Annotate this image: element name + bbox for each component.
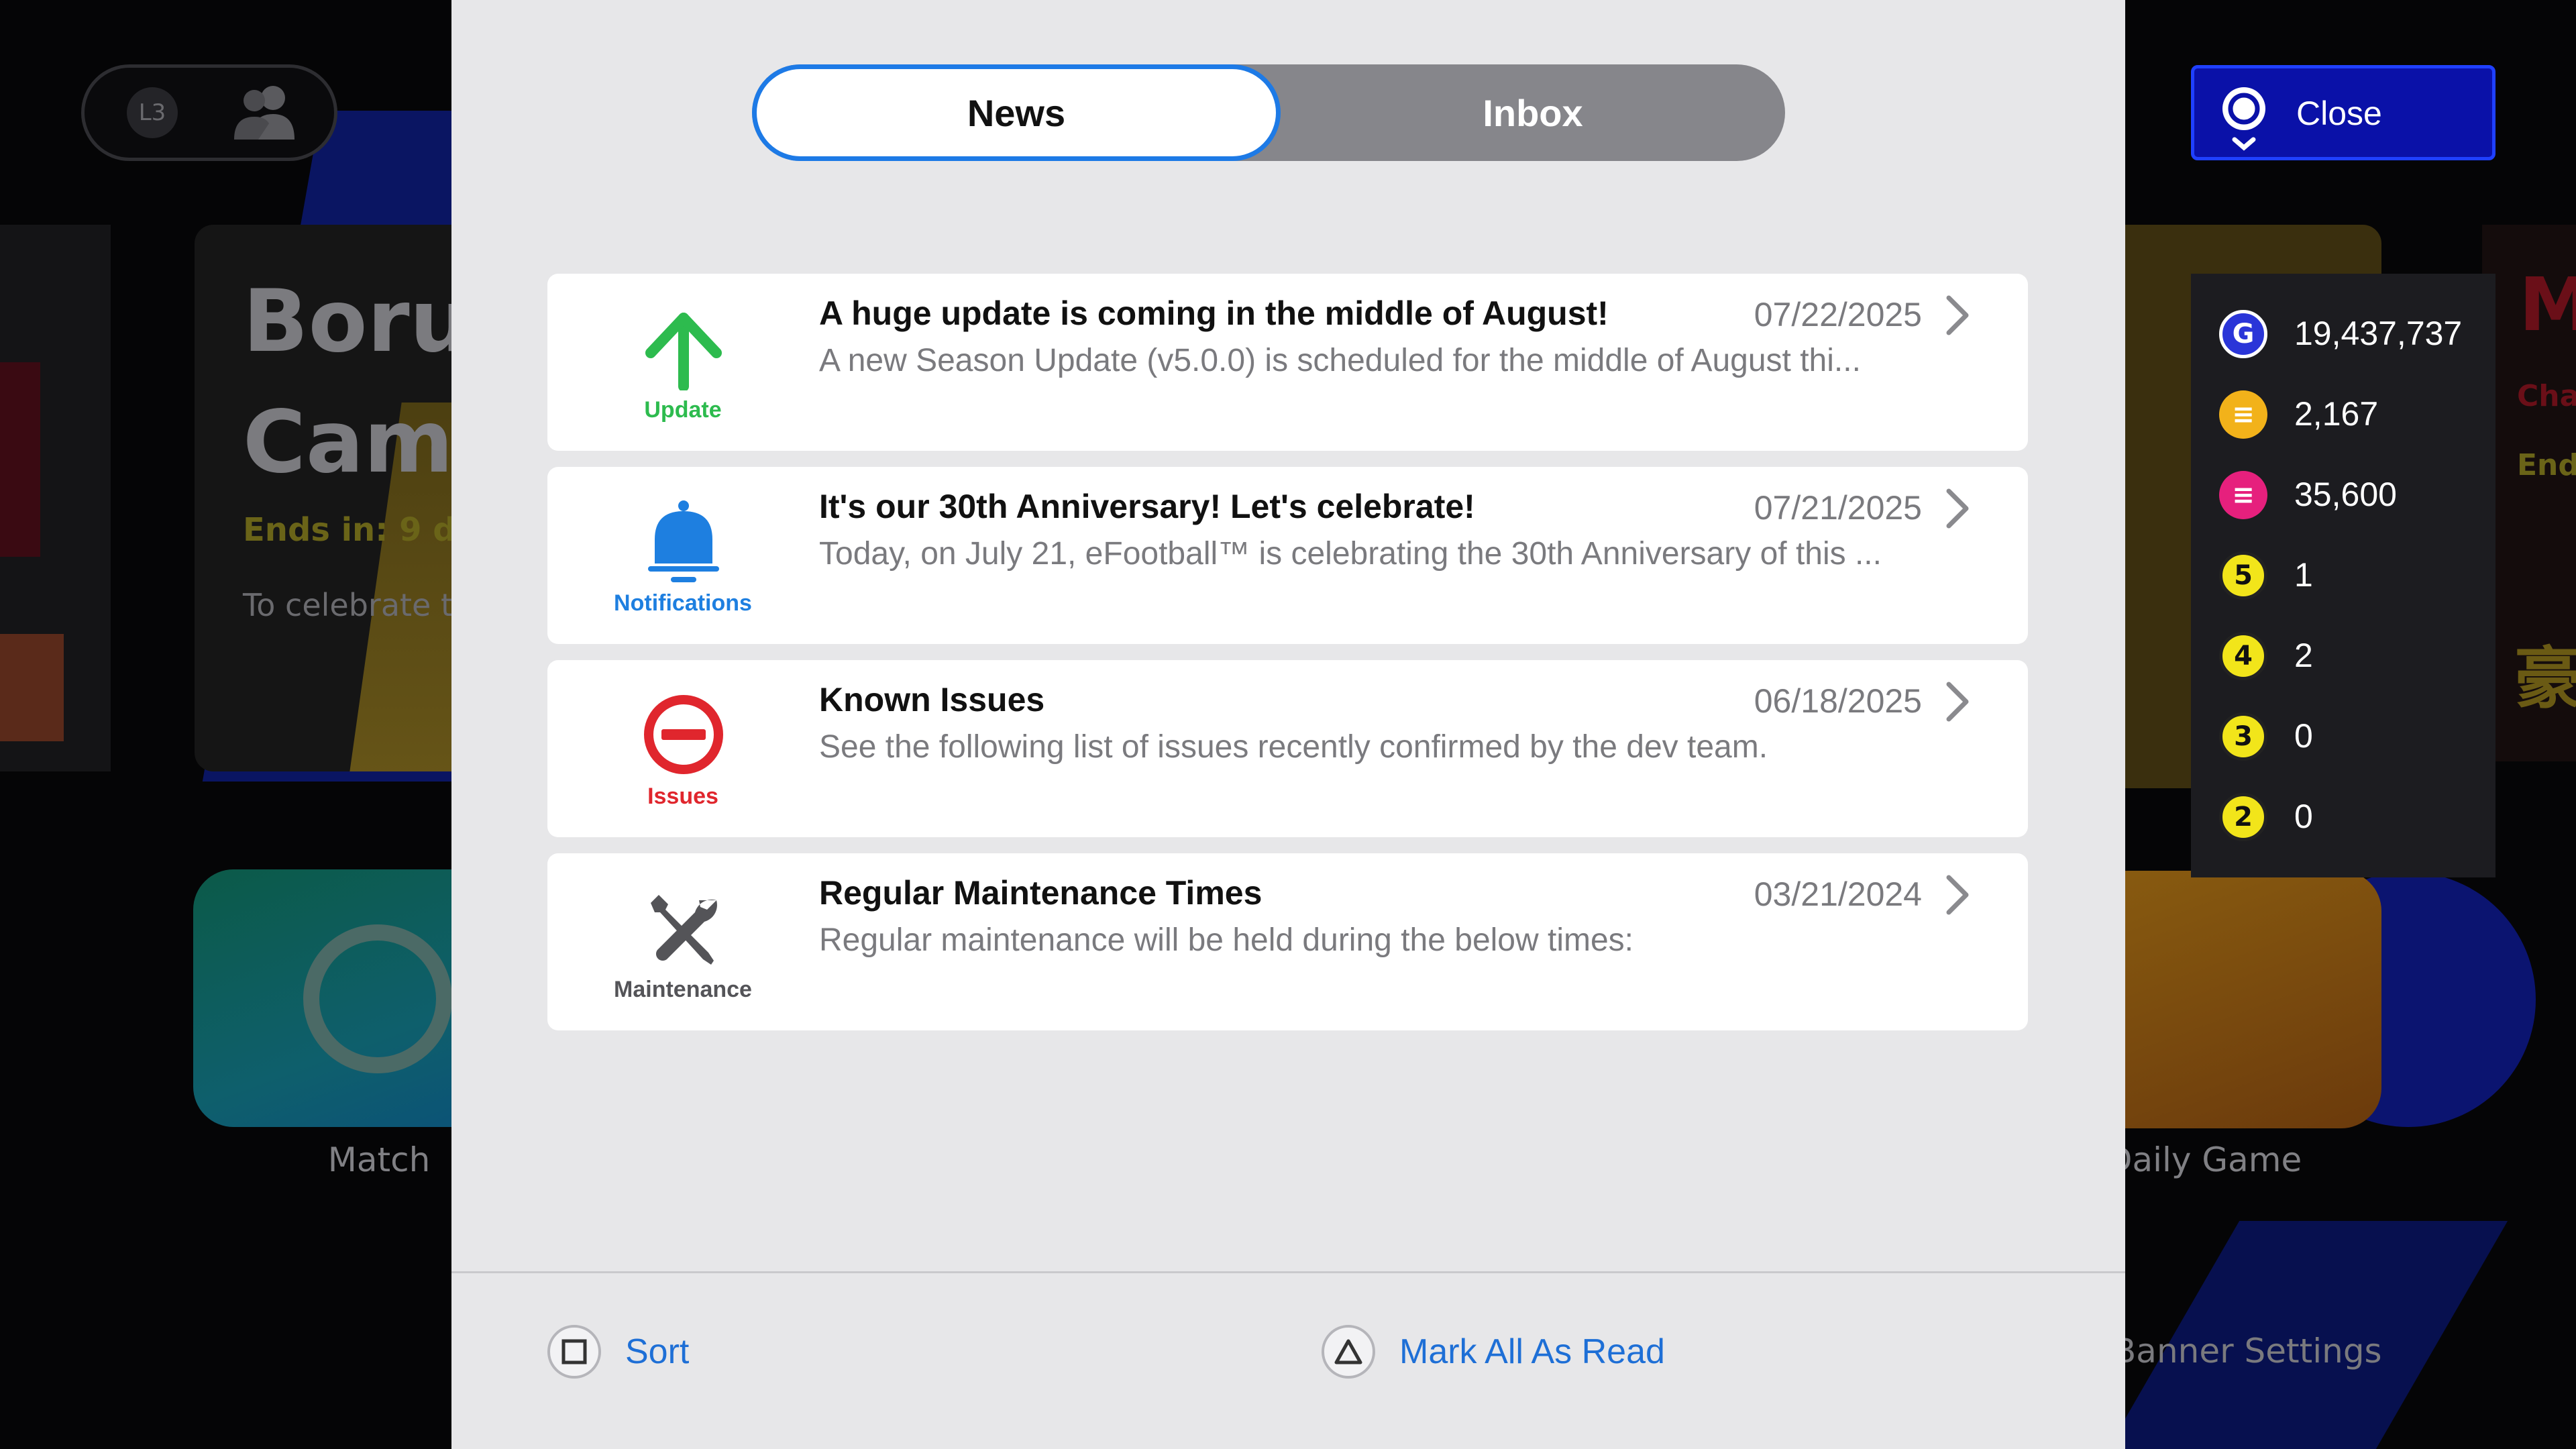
news-summary: Today, on July 21, eFootball™ is celebra… <box>819 536 1882 572</box>
tab-inbox[interactable]: Inbox <box>1281 64 1785 161</box>
news-date: 03/21/2024 <box>1754 875 1922 913</box>
news-item[interactable]: Notifications It's our 30th Anniversary!… <box>547 467 2028 644</box>
skill-training-5-icon: 5 <box>2219 551 2267 600</box>
match-label: Match <box>327 1140 431 1179</box>
right-card-kanji: 豪 <box>2514 639 2576 718</box>
news-modal: News Inbox Update A huge update is comin… <box>451 0 2125 1449</box>
efootball-points-icon: ≡ <box>2219 471 2267 519</box>
gp-coin-icon: G <box>2219 310 2267 358</box>
daily-game-label: Daily Game <box>2106 1140 2302 1179</box>
square-button-icon <box>547 1325 601 1379</box>
news-title: Regular Maintenance Times <box>819 874 1263 912</box>
currency-row: G 19,437,737 <box>2191 294 2496 374</box>
currency-value: 2 <box>2294 637 2313 674</box>
news-item[interactable]: Issues Known Issues 06/18/2025 See the f… <box>547 660 2028 837</box>
skill-training-2-icon: 2 <box>2219 793 2267 841</box>
category-label: Notifications <box>614 590 752 616</box>
news-item[interactable]: Maintenance Regular Maintenance Times 03… <box>547 853 2028 1030</box>
right-card-cha: Cha <box>2517 379 2576 413</box>
category-label: Maintenance <box>614 977 752 1002</box>
currency-value: 19,437,737 <box>2294 315 2463 352</box>
chevron-right-icon <box>1946 682 1969 722</box>
currency-value: 0 <box>2294 717 2313 755</box>
news-date: 07/22/2025 <box>1754 296 1922 333</box>
currency-row: ≡ 35,600 <box>2191 455 2496 535</box>
currency-row: ≡ 2,167 <box>2191 374 2496 455</box>
screen: L3 Borus Camp Ends in: 9 day To celebrat… <box>0 0 2576 1449</box>
news-title: Known Issues <box>819 681 1045 718</box>
currency-value: 1 <box>2294 556 2313 594</box>
currency-row: 2 0 <box>2191 777 2496 857</box>
mark-all-read-label: Mark All As Read <box>1399 1332 1665 1371</box>
category-label: Issues <box>647 784 718 809</box>
right-card-title: M <box>2519 262 2576 347</box>
friends-pill <box>81 64 337 161</box>
efootball-coin-icon: ≡ <box>2219 390 2267 439</box>
close-button[interactable]: Close <box>2191 65 2496 160</box>
news-summary: A new Season Update (v5.0.0) is schedule… <box>819 343 1861 378</box>
campaign-desc: To celebrate th <box>243 587 473 623</box>
player-thumb-2 <box>0 634 64 741</box>
right-card-end: End <box>2517 448 2576 482</box>
news-summary: See the following list of issues recentl… <box>819 729 1768 765</box>
chevron-right-icon <box>1946 875 1969 915</box>
banner-settings-label: Banner Settings <box>2113 1332 2382 1371</box>
footer-divider <box>451 1271 2125 1273</box>
tab-news[interactable]: News <box>752 64 1281 161</box>
sort-label: Sort <box>625 1332 690 1371</box>
football-icon <box>303 924 452 1073</box>
r-stick-button-icon <box>2222 87 2265 151</box>
friends-icon <box>234 86 294 140</box>
skill-training-3-icon: 3 <box>2219 712 2267 761</box>
currency-value: 0 <box>2294 798 2313 835</box>
close-label: Close <box>2296 95 2382 132</box>
category-label: Update <box>644 397 722 423</box>
news-title: It's our 30th Anniversary! Let's celebra… <box>819 488 1475 525</box>
currency-row: 3 0 <box>2191 696 2496 777</box>
news-date: 07/21/2025 <box>1754 489 1922 527</box>
player-thumb <box>0 362 40 557</box>
news-item[interactable]: Update A huge update is coming in the mi… <box>547 274 2028 451</box>
update-arrow-icon <box>645 313 722 390</box>
triangle-button-icon <box>1322 1325 1375 1379</box>
skill-training-4-icon: 4 <box>2219 632 2267 680</box>
l3-button-icon: L3 <box>127 87 178 138</box>
currency-panel: G 19,437,737 ≡ 2,167 ≡ 35,600 5 1 4 2 3 … <box>2191 274 2496 877</box>
wrench-screwdriver-icon <box>651 895 717 965</box>
currency-value: 35,600 <box>2294 476 2397 513</box>
mark-all-read-button[interactable]: Mark All As Read <box>1322 1325 1665 1379</box>
tab-switcher: News Inbox <box>752 64 1785 161</box>
news-summary: Regular maintenance will be held during … <box>819 922 1634 958</box>
chevron-right-icon <box>1946 488 1969 529</box>
sort-button[interactable]: Sort <box>547 1325 689 1379</box>
chevron-right-icon <box>1946 295 1969 335</box>
currency-row: 5 1 <box>2191 535 2496 616</box>
currency-row: 4 2 <box>2191 616 2496 696</box>
bell-icon <box>648 500 719 582</box>
news-date: 06/18/2025 <box>1754 682 1922 720</box>
news-title: A huge update is coming in the middle of… <box>819 294 1609 332</box>
no-entry-icon <box>644 695 723 774</box>
currency-value: 2,167 <box>2294 395 2379 433</box>
